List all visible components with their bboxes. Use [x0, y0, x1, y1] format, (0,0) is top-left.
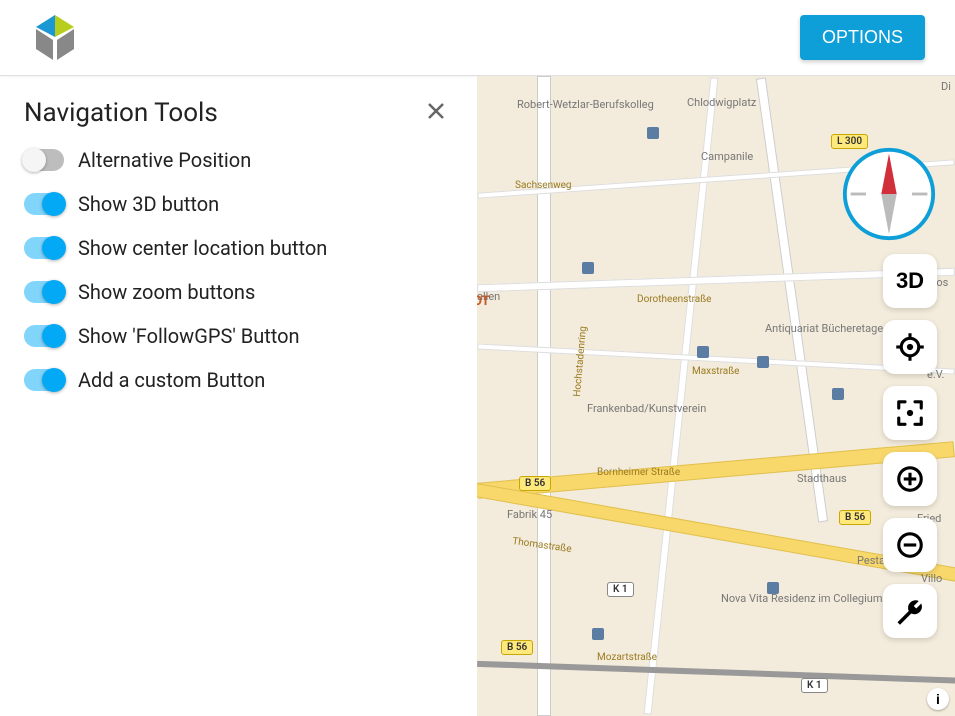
map-road-label: Sachsenweg — [515, 180, 572, 191]
wrench-icon — [895, 596, 925, 626]
toggle-custom-button: Add a custom Button — [24, 368, 453, 392]
toggle-label: Show 'FollowGPS' Button — [78, 324, 300, 348]
btn-custom-wrench[interactable] — [883, 584, 937, 638]
sidebar-title: Navigation Tools — [24, 98, 218, 128]
map-place-label: Nova Vita Residenz im Collegium Leoninum — [721, 592, 841, 605]
btn-zoom-in[interactable] — [883, 452, 937, 506]
map-controls: 3D — [883, 254, 937, 638]
map-place-label: Robert-Wetzlar-Berufskolleg — [517, 98, 627, 111]
toggle-center-location: Show center location button — [24, 236, 453, 260]
compass[interactable] — [841, 146, 937, 242]
toggle-label: Show 3D button — [78, 192, 219, 216]
btn-follow-gps[interactable] — [883, 386, 937, 440]
plus-circle-icon — [895, 464, 925, 494]
content-area: Navigation Tools Alternative Position Sh… — [0, 76, 955, 716]
map-place-label: Frankenbad/Kunstverein — [587, 402, 677, 415]
btn-center-location[interactable] — [883, 320, 937, 374]
map-road-label: Dorotheenstraße — [637, 294, 711, 305]
focus-icon — [895, 398, 925, 428]
toggle-switch[interactable] — [24, 325, 64, 347]
sidebar-header: Navigation Tools — [24, 96, 453, 130]
toggle-switch[interactable] — [24, 237, 64, 259]
map-marker: OT — [477, 294, 490, 309]
map-road-label: Mozartstraße — [597, 652, 657, 663]
map-place-label: Fabrik 45 — [507, 508, 552, 521]
toggle-switch[interactable] — [24, 149, 64, 171]
toggle-alternative-position: Alternative Position — [24, 148, 453, 172]
toggle-switch[interactable] — [24, 193, 64, 215]
map-place-label: Chlodwigplatz — [687, 96, 756, 109]
btn-3d[interactable]: 3D — [883, 254, 937, 308]
route-badge: B 56 — [501, 640, 533, 655]
btn-zoom-out[interactable] — [883, 518, 937, 572]
map-road-label: Bornheimer Straße — [597, 467, 680, 478]
toggle-show-3d: Show 3D button — [24, 192, 453, 216]
options-button[interactable]: OPTIONS — [800, 15, 925, 60]
sidebar-panel: Navigation Tools Alternative Position Sh… — [0, 76, 477, 716]
app-logo — [30, 13, 80, 63]
route-badge: K 1 — [607, 582, 634, 597]
map-place-label: Antiquariat Bücheretage — [765, 322, 855, 335]
toggle-follow-gps: Show 'FollowGPS' Button — [24, 324, 453, 348]
toggle-label: Alternative Position — [78, 148, 251, 172]
crosshair-icon — [895, 332, 925, 362]
map-road-label: Maxstraße — [692, 366, 739, 377]
toggle-switch[interactable] — [24, 369, 64, 391]
map-road-label: Hochstadenring — [572, 326, 589, 398]
info-icon[interactable]: i — [927, 688, 949, 710]
toggle-zoom-buttons: Show zoom buttons — [24, 280, 453, 304]
route-badge: B 56 — [839, 510, 871, 525]
map-view[interactable]: Robert-Wetzlar-Berufskolleg Chlodwigplat… — [477, 76, 955, 716]
map-place-label: Stadthaus — [797, 472, 847, 485]
app-header: OPTIONS — [0, 0, 955, 76]
toggle-label: Add a custom Button — [78, 368, 265, 392]
toggle-label: Show zoom buttons — [78, 280, 255, 304]
route-badge: K 1 — [801, 678, 828, 693]
minus-circle-icon — [895, 530, 925, 560]
map-place-label: Di — [941, 80, 951, 93]
map-place-label: Campanile — [701, 150, 753, 163]
route-badge: B 56 — [519, 476, 551, 491]
toggle-switch[interactable] — [24, 281, 64, 303]
close-icon[interactable] — [419, 96, 453, 130]
toggle-label: Show center location button — [78, 236, 327, 260]
